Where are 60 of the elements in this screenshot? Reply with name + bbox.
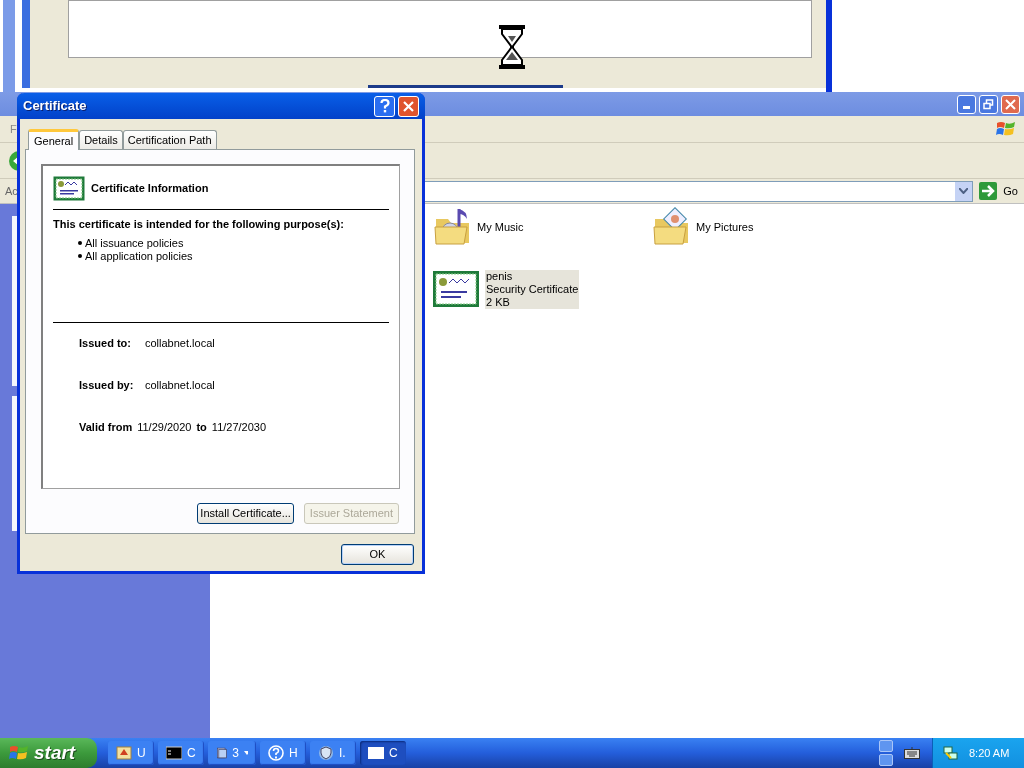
windows-logo-icon [996,120,1016,138]
field-label: to [196,420,207,436]
field-value: collabnet.local [145,378,215,394]
shield-icon [318,745,334,761]
go-arrow-icon [979,182,998,200]
taskbar-button[interactable]: U [108,741,154,765]
bullet-icon [78,241,82,245]
dropdown-icon[interactable] [955,181,973,201]
go-button[interactable]: Go [973,180,1024,202]
file-label[interactable]: My Music [476,220,525,234]
purpose-heading: This certificate is intended for the following purpose(s): [53,217,345,232]
hourglass-icon [498,24,526,70]
minimize-button[interactable] [957,94,976,114]
network-icon[interactable] [943,745,959,761]
tab[interactable]: Details [79,130,123,149]
file-label[interactable]: penis Security Certificate 2 KB [485,269,580,309]
clock: 8:20 AM [969,745,1010,761]
help-icon [379,99,390,113]
field-label: Issued by: [79,378,135,394]
field-value: 11/27/2030 [211,420,267,436]
field-value: collabnet.local [145,336,215,352]
tab[interactable]: General [28,129,80,150]
close-icon [1005,98,1016,110]
taskbar-button[interactable]: I. [310,741,356,765]
caret-icon [243,751,248,755]
dialog-button[interactable]: Install Certificate... [197,503,294,524]
field-label: Valid from [79,420,133,436]
scroll-arrows-icon[interactable] [879,740,893,766]
window-title: Certificate [23,97,88,116]
start-button[interactable]: start [0,738,97,768]
close-button[interactable] [1001,94,1020,114]
window-icon [368,745,384,761]
field-label: Issued to: [79,336,132,352]
section-heading: Certificate Information [91,181,209,197]
setup-icon [116,745,132,761]
windows-logo-icon [9,744,29,762]
certificate-icon [53,176,85,201]
help-button[interactable] [374,95,395,117]
keyboard-icon[interactable] [904,747,920,759]
ok-button[interactable]: OK [341,544,414,565]
address-label: Ac [4,183,18,199]
field-value: 11/29/2020 [137,420,192,436]
bullet-icon [78,254,82,258]
help-icon [268,745,284,761]
restore-icon [983,98,994,110]
taskbar-button[interactable]: C [158,741,204,765]
taskbar-button[interactable]: H [260,741,306,765]
purpose-item: All issuance policies [85,235,184,251]
close-button[interactable] [398,95,419,117]
taskbar-button[interactable]: 3 [208,741,256,765]
restore-button[interactable] [979,94,998,114]
tab[interactable]: Certification Path [122,130,217,149]
purpose-item: All application policies [85,249,193,264]
taskbar-button[interactable]: C [360,741,406,765]
folder-icon[interactable] [652,207,690,247]
file-label[interactable]: My Pictures [695,220,755,234]
document-stack-icon [216,745,228,761]
console-icon [166,745,182,761]
close-icon [403,100,414,112]
folder-icon[interactable] [433,207,471,247]
